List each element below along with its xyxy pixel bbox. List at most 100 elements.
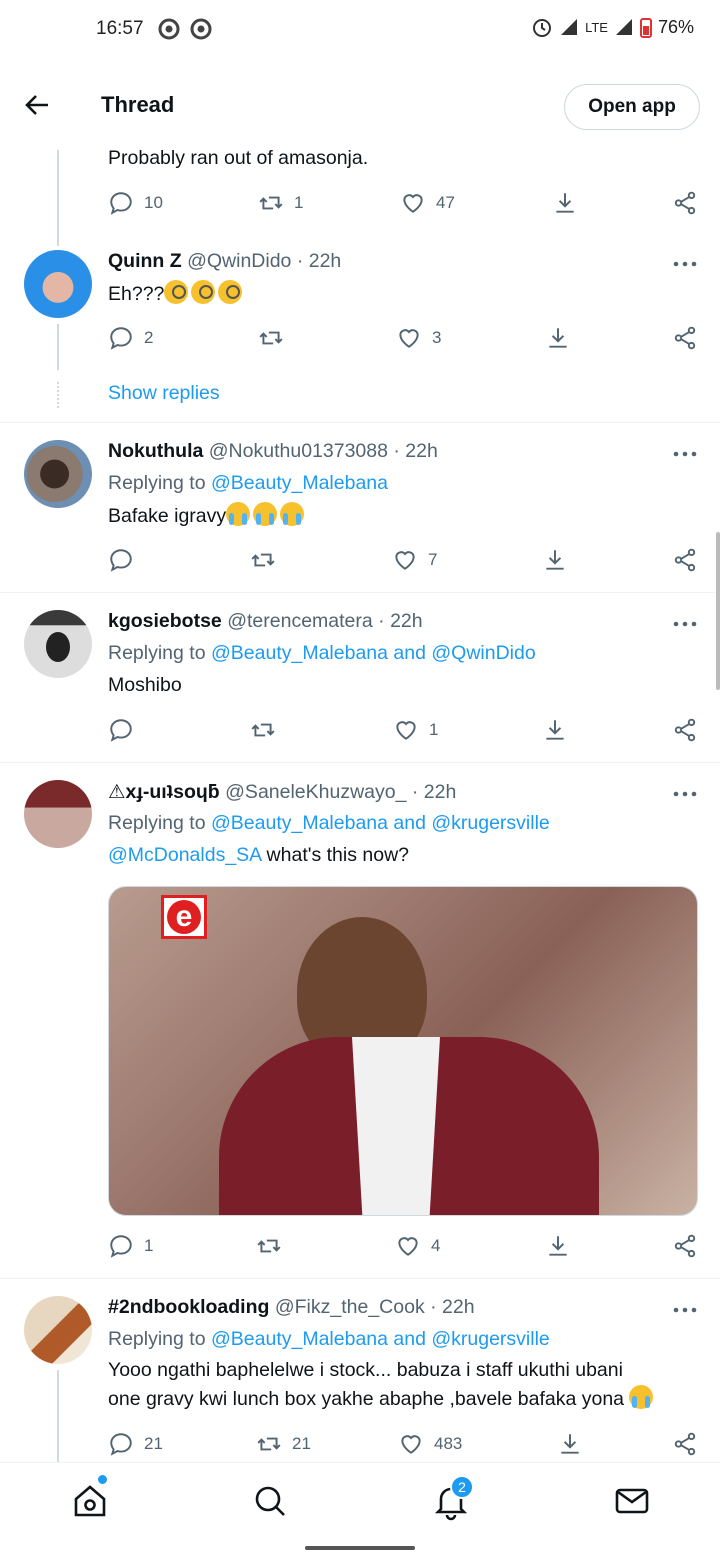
avatar[interactable]	[24, 610, 92, 678]
crying-emoji	[629, 1385, 654, 1409]
show-replies-link[interactable]: Show replies	[108, 382, 220, 405]
tweet-author[interactable]: #2ndbookloading @Fikz_the_Cook · 22h	[108, 1296, 475, 1319]
bookmark-button[interactable]	[557, 1431, 583, 1457]
like-button[interactable]: 483	[398, 1431, 462, 1457]
heart-icon	[396, 721, 416, 740]
more-options-icon[interactable]	[672, 620, 698, 628]
bottom-navigation: 2	[0, 1462, 720, 1540]
tweet-text: Eh???	[108, 280, 245, 309]
mention-link[interactable]: @McDonalds_SA	[108, 844, 261, 866]
download-icon	[549, 328, 567, 348]
tweet-actions: 1	[0, 717, 720, 747]
bookmark-button[interactable]	[542, 717, 568, 743]
messages-envelope-icon[interactable]	[612, 1481, 652, 1521]
home-unread-dot	[98, 1475, 107, 1484]
mention-link[interactable]: @Beauty_Malebana and @QwinDido	[211, 642, 536, 664]
share-button[interactable]	[672, 717, 698, 743]
like-button[interactable]: 7	[392, 547, 437, 573]
replying-to: Replying to @Beauty_Malebana and @QwinDi…	[108, 642, 536, 664]
reply-button[interactable]: 10	[108, 190, 163, 216]
download-icon	[556, 193, 574, 213]
mention-link[interactable]: @Beauty_Malebana and @krugersville	[211, 812, 550, 834]
like-count: 3	[432, 328, 442, 347]
retweet-button[interactable]	[250, 547, 276, 573]
like-button[interactable]: 3	[396, 325, 441, 351]
share-button[interactable]	[672, 1431, 698, 1457]
scrollbar[interactable]	[716, 532, 720, 690]
tweet-media-image[interactable]: e	[108, 886, 698, 1216]
back-arrow-icon[interactable]	[22, 90, 52, 120]
tweet-text: Moshibo	[108, 674, 182, 696]
reply-button[interactable]: 2	[108, 325, 153, 351]
tweet-author[interactable]: Nokuthula @Nokuthu01373088 · 22h	[108, 440, 438, 463]
avatar[interactable]	[24, 780, 92, 848]
chrome-icon	[190, 18, 212, 40]
home-icon[interactable]	[70, 1481, 110, 1521]
monocle-emoji	[191, 280, 216, 304]
reply-button[interactable]: 21	[108, 1431, 163, 1457]
author-handle: @SaneleKhuzwayo_	[225, 781, 407, 803]
tweet-text: Bafake igravy	[108, 502, 307, 531]
like-button[interactable]: 4	[395, 1233, 440, 1259]
reply-icon	[110, 327, 132, 350]
retweet-button[interactable]: 1	[258, 190, 303, 216]
share-button[interactable]	[672, 325, 698, 351]
signal-icon	[615, 19, 632, 35]
search-icon[interactable]	[250, 1481, 290, 1521]
tweet-actions: 2 3	[0, 325, 720, 355]
bookmark-button[interactable]	[552, 190, 578, 216]
crying-emoji	[253, 502, 278, 526]
share-button[interactable]	[672, 1233, 698, 1259]
reply-icon	[110, 719, 132, 742]
more-options-icon[interactable]	[672, 1306, 698, 1314]
bookmark-button[interactable]	[545, 1233, 571, 1259]
avatar[interactable]	[24, 1296, 92, 1364]
mention-link[interactable]: @Beauty_Malebana and @krugersville	[211, 1328, 550, 1350]
more-options-icon[interactable]	[672, 260, 698, 268]
tweet-author[interactable]: Quinn Z @QwinDido · 22h	[108, 250, 341, 273]
tweet-author[interactable]: kgosiebotse @terencematera · 22h	[108, 610, 423, 633]
crying-emoji	[226, 502, 251, 526]
share-button[interactable]	[672, 547, 698, 573]
divider	[0, 1278, 720, 1279]
divider	[0, 592, 720, 593]
like-button[interactable]: 47	[400, 190, 455, 216]
battery-level: 76%	[657, 16, 694, 37]
like-count: 483	[434, 1434, 463, 1453]
heart-icon	[395, 551, 415, 570]
tweet-actions: 21 21 483	[0, 1431, 720, 1461]
download-icon	[561, 1434, 579, 1454]
more-options-icon[interactable]	[672, 790, 698, 798]
reply-button[interactable]	[108, 547, 134, 573]
retweet-button[interactable]: 21	[256, 1431, 311, 1457]
download-icon	[546, 720, 564, 740]
reply-button[interactable]	[108, 717, 134, 743]
like-count: 4	[431, 1236, 441, 1255]
more-options-icon[interactable]	[672, 450, 698, 458]
share-icon	[674, 326, 696, 350]
avatar[interactable]	[24, 250, 92, 318]
like-count: 1	[429, 720, 439, 739]
retweet-button[interactable]	[256, 1233, 282, 1259]
bookmark-button[interactable]	[542, 547, 568, 573]
bookmark-button[interactable]	[545, 325, 571, 351]
reply-icon	[110, 1433, 132, 1456]
open-app-button[interactable]: Open app	[564, 84, 700, 130]
retweet-button[interactable]	[250, 717, 276, 743]
like-button[interactable]: 1	[393, 717, 438, 743]
monocle-emoji	[164, 280, 189, 304]
tweet-time: · 22h	[296, 250, 342, 272]
gesture-bar[interactable]	[305, 1546, 415, 1550]
heart-icon	[401, 1435, 421, 1454]
retweet-button[interactable]	[258, 325, 284, 351]
download-icon	[549, 1236, 567, 1256]
divider	[0, 762, 720, 763]
share-icon	[674, 191, 696, 215]
avatar[interactable]	[24, 440, 92, 508]
reply-button[interactable]: 1	[108, 1233, 153, 1259]
tweet-text-line: one gravy kwi lunch box yakhe abaphe ,ba…	[108, 1385, 656, 1414]
share-button[interactable]	[672, 190, 698, 216]
mention-link[interactable]: @Beauty_Malebana	[211, 472, 388, 494]
tweet-author[interactable]: ⚠xɟ-uıʇsoɥƃ @SaneleKhuzwayo_ · 22h	[108, 780, 456, 804]
tweet-text: @McDonalds_SA what's this now?	[108, 844, 410, 866]
